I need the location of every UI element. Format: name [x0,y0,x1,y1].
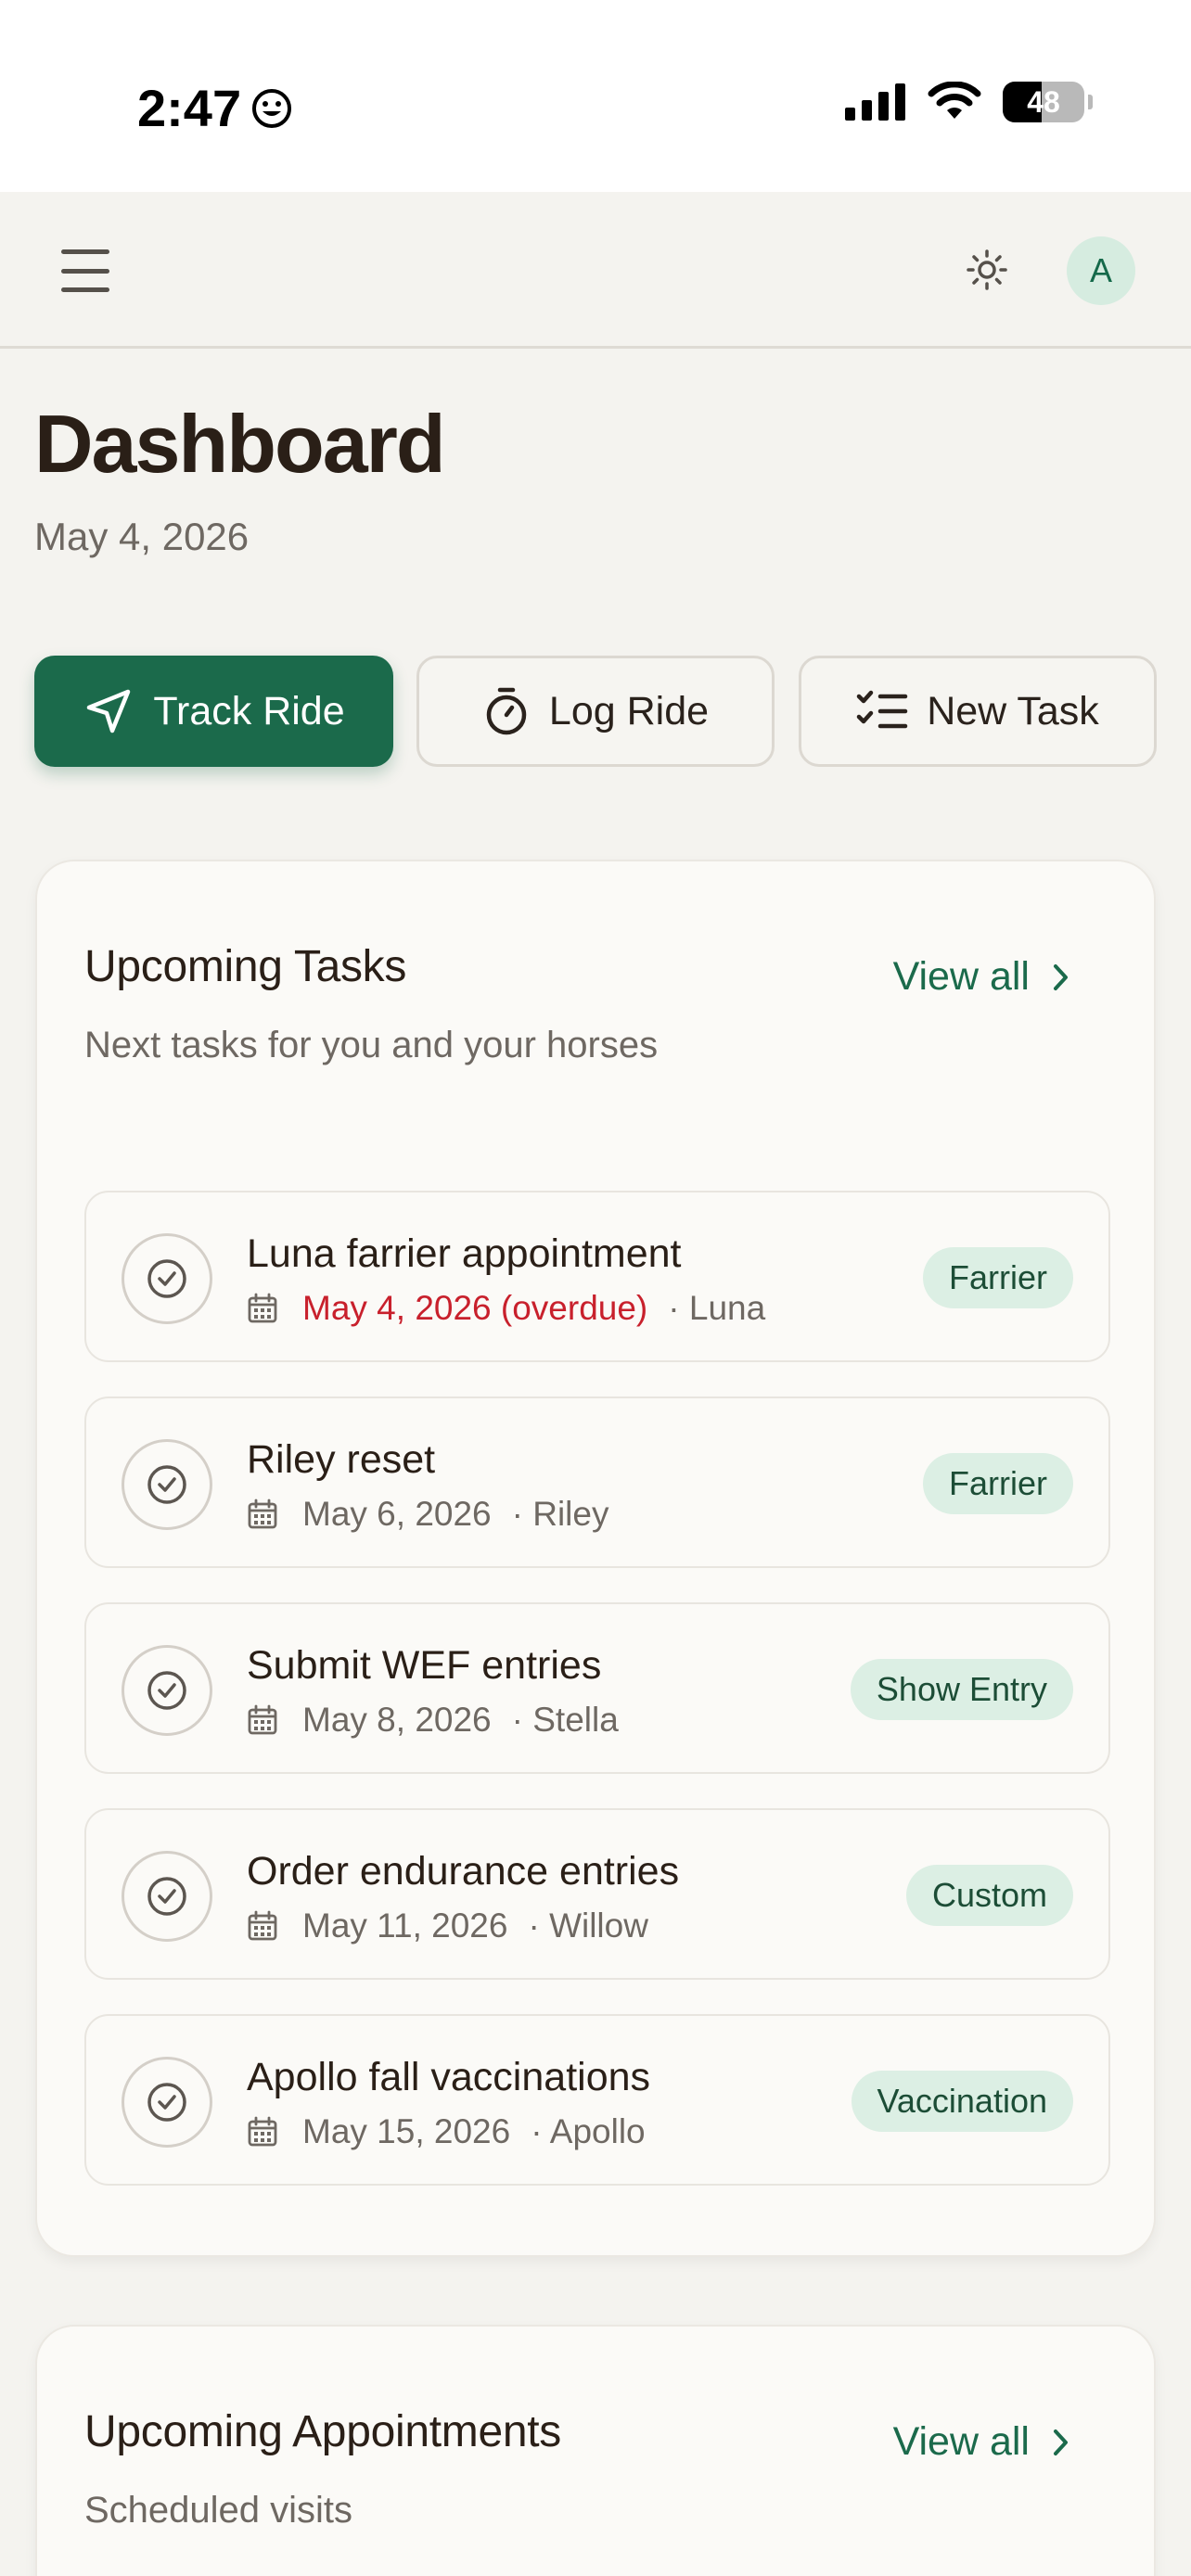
upcoming-appointments-subtitle: Scheduled visits [84,2490,353,2531]
battery-percent: 48 [1027,84,1060,119]
hamburger-icon [61,249,109,254]
task-due-date: May 6, 2026 [302,1495,492,1533]
track-ride-button[interactable]: Track Ride [34,656,393,767]
task-meta: May 8, 2026 · Stella [247,1701,619,1740]
complete-task-button[interactable] [122,2057,212,2148]
user-avatar[interactable]: A [1067,236,1135,305]
app-header: A [0,192,1191,349]
menu-button[interactable] [56,244,115,298]
hamburger-line [61,268,109,274]
task-name: Riley reset [247,1437,436,1482]
calendar-icon [248,2116,277,2147]
task-category-badge: Farrier [923,1247,1073,1308]
appointments-view-all-link[interactable]: View all [893,2419,1070,2465]
complete-task-button[interactable] [122,1439,212,1530]
check-circle-icon [147,1465,186,1504]
theme-toggle-button[interactable] [959,242,1015,298]
task-horse: · Apollo [531,2112,646,2150]
page-title: Dashboard [34,398,446,490]
calendar-icon [248,1704,277,1735]
task-due-date: May 8, 2026 [302,1701,492,1739]
complete-task-button[interactable] [122,1645,212,1736]
task-name: Order endurance entries [247,1849,680,1894]
complete-task-button[interactable] [122,1233,212,1324]
battery-icon: 48 [1003,82,1084,122]
task-category-badge: Farrier [923,1453,1073,1514]
hamburger-line [61,287,109,292]
task-category-badge: Custom [905,1865,1073,1926]
stopwatch-icon [486,687,527,735]
task-meta: May 6, 2026 · Riley [247,1495,608,1534]
calendar-icon [248,1498,277,1529]
tasks-view-all-label: View all [892,954,1030,999]
calendar-icon [248,1293,277,1323]
status-icons: 48 [845,82,1093,122]
task-due-date: May 11, 2026 [302,1906,508,1945]
task-due-date: May 4, 2026 (overdue) [302,1289,648,1327]
tasks-view-all-link[interactable]: View all [893,954,1070,1000]
task-due-date: May 15, 2026 [302,2112,511,2150]
navigation-arrow-icon [87,689,131,733]
task-category-badge: Vaccination [851,2071,1073,2132]
log-ride-label: Log Ride [548,688,710,733]
page-date: May 4, 2026 [34,515,250,558]
task-meta: May 11, 2026 · Willow [247,1906,648,1945]
upcoming-appointments-title: Upcoming Appointments [84,2407,561,2456]
upcoming-appointments-card: Upcoming Appointments Scheduled visits V… [35,2325,1156,2576]
task-name: Luna farrier appointment [247,1231,682,1276]
cellular-signal-icon [845,83,905,121]
status-bar: 2:47 48 [0,0,1191,192]
task-name: Submit WEF entries [247,1643,602,1688]
upcoming-tasks-title: Upcoming Tasks [84,942,407,991]
check-circle-icon [147,1671,186,1710]
check-circle-icon [147,1259,186,1298]
task-meta: May 15, 2026 · Apollo [247,2112,646,2151]
new-task-label: New Task [927,688,1099,733]
task-meta: May 4, 2026 (overdue) · Luna [247,1289,765,1328]
quick-actions: Track Ride Log Ride New Task [34,656,1157,767]
calendar-icon [248,1910,277,1941]
task-horse: · Stella [511,1701,619,1739]
log-ride-button[interactable]: Log Ride [416,656,775,767]
task-item[interactable]: Apollo fall vaccinations May 15, 2026 · Ap… [84,2014,1110,2186]
task-horse: · Luna [668,1289,766,1327]
complete-task-button[interactable] [122,1851,212,1942]
checklist-icon [856,690,908,729]
upcoming-tasks-card: Upcoming Tasks Next tasks for you and yo… [35,860,1156,2257]
appointments-view-all-label: View all [892,2419,1030,2464]
task-horse: · Willow [528,1906,648,1945]
chevron-right-icon [1054,963,1068,990]
upcoming-tasks-subtitle: Next tasks for you and your horses [84,1025,659,1065]
smiley-icon [252,88,292,128]
chevron-right-icon [1054,2429,1068,2455]
task-category-badge: Show Entry [850,1659,1073,1720]
new-task-button[interactable]: New Task [799,656,1157,767]
battery-cap [1088,95,1093,109]
task-item[interactable]: Order endurance entries May 11, 2026 · Wil… [84,1808,1110,1980]
check-circle-icon [147,1877,186,1916]
task-item[interactable]: Luna farrier appointment May 4, 2026 (ove… [84,1191,1110,1362]
sun-icon [967,249,1007,290]
task-item[interactable]: Riley reset May 6, 2026 · Riley Farrier [84,1396,1110,1568]
task-item[interactable]: Submit WEF entries May 8, 2026 · Stella Sho… [84,1602,1110,1774]
status-time: 2:47 [137,78,293,138]
task-horse: · Riley [511,1495,609,1533]
status-time-text: 2:47 [137,79,242,137]
wifi-icon [928,82,981,119]
track-ride-label: Track Ride [153,688,345,733]
check-circle-icon [147,2083,186,2122]
task-name: Apollo fall vaccinations [247,2055,651,2099]
